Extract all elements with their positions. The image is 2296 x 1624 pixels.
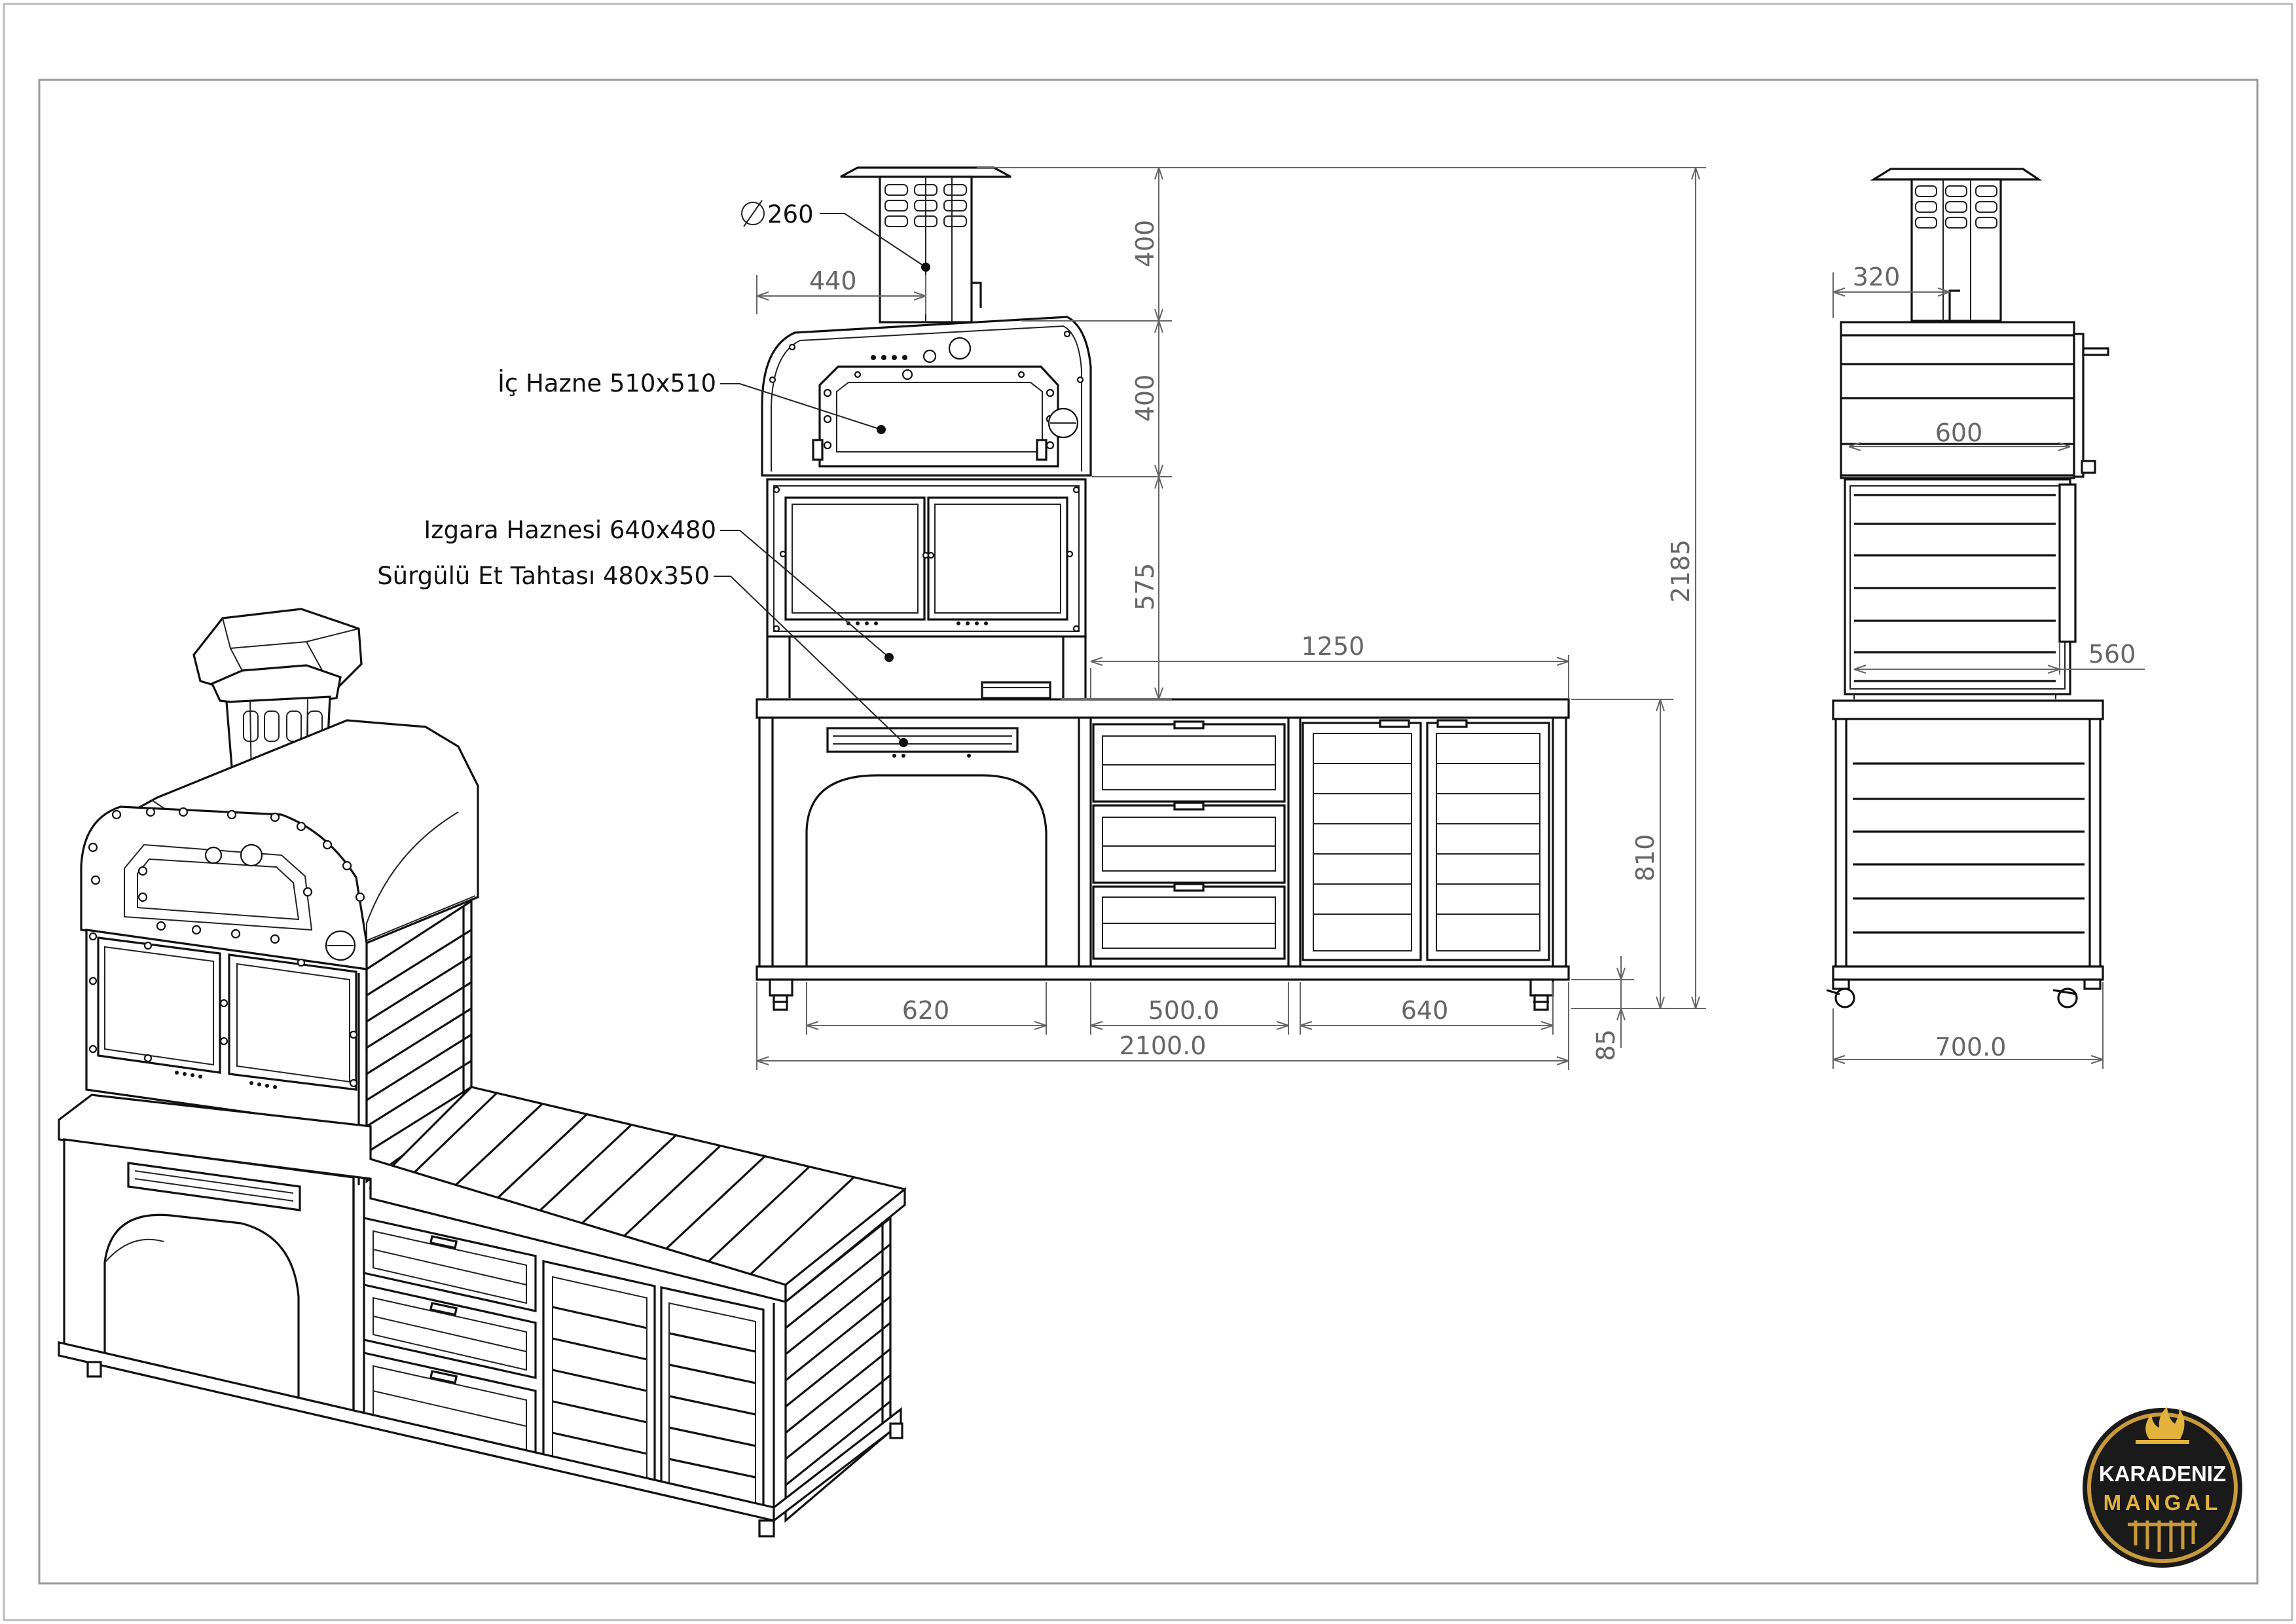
side-view xyxy=(1826,168,2109,1008)
logo-text-bottom: MANGAL xyxy=(2104,1490,2222,1515)
brand-logo: KARADENIZ MANGAL xyxy=(2083,1407,2242,1568)
thermometer-icon xyxy=(948,337,972,360)
side-dim-grill-depth: 560 xyxy=(2088,640,2136,669)
dim-section-middle: 500.0 xyxy=(1148,996,1220,1025)
dim-total-height: 2185 xyxy=(1666,540,1695,603)
callout-inner-chamber: İç Hazne 510x510 xyxy=(498,369,716,397)
dim-counter-length: 1250 xyxy=(1302,632,1365,661)
grill-door-right xyxy=(927,496,1068,621)
dim-cabinet-height: 810 xyxy=(1631,834,1660,882)
callout-cutting-board: Sürgülü Et Tahtası 480x350 xyxy=(377,562,710,590)
dim-chimney-offset: 440 xyxy=(809,267,857,295)
dim-section-right: 640 xyxy=(1401,996,1449,1025)
logo-text-top: KARADENIZ xyxy=(2099,1462,2226,1486)
front-view xyxy=(756,166,1570,1011)
side-dim-oven-width: 600 xyxy=(1935,418,1983,447)
technical-drawing-sheet: 440 400 400 575 2185 1250 810 620 500.0 … xyxy=(3,3,2293,1621)
side-dim-chimney-offset: 320 xyxy=(1853,263,1901,291)
dim-chimney-height: 400 xyxy=(1131,220,1159,268)
side-dim-total-depth: 700.0 xyxy=(1935,1033,2007,1061)
chimney-cap xyxy=(840,166,1011,178)
ash-tray xyxy=(981,681,1051,699)
grill-door-left xyxy=(784,496,926,621)
cutting-board xyxy=(826,727,1019,753)
drawer-stack xyxy=(1092,720,1286,960)
dim-section-left: 620 xyxy=(902,996,950,1025)
dim-oven-height: 400 xyxy=(1131,375,1159,422)
base-frame xyxy=(756,965,1570,981)
callout-grill-chamber: Izgara Haznesi 640x480 xyxy=(424,516,716,544)
dim-total-width: 2100.0 xyxy=(1120,1031,1207,1060)
dim-grill-height: 575 xyxy=(1131,563,1159,611)
countertop xyxy=(756,698,1570,719)
callout-diameter: 260 xyxy=(767,200,814,229)
dim-wheel-height: 85 xyxy=(1592,1029,1620,1061)
